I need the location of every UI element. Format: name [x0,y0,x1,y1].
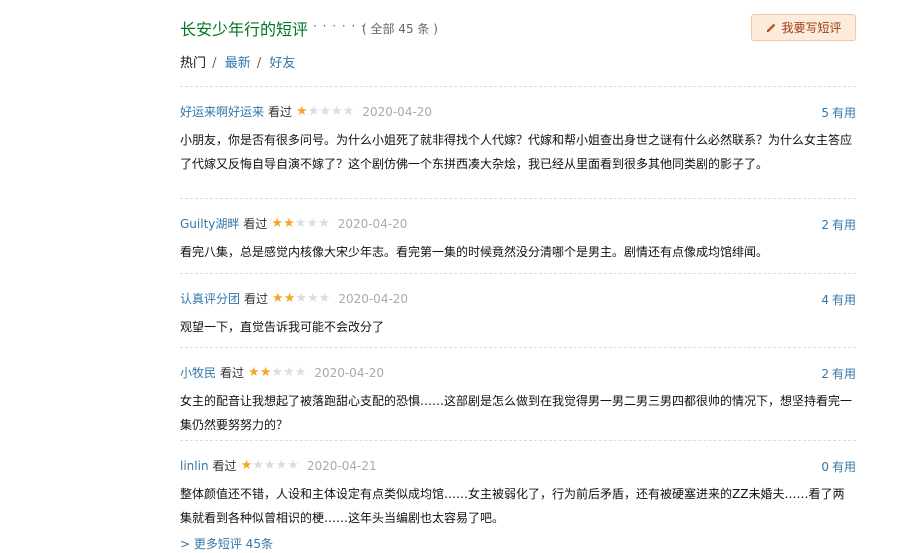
comment-item: linlin 看过 ★ ★ ★ ★ ★ 2020-04-21 0 有用 整体颜值还不错，人… [180,441,856,536]
star-empty-icon: ★ [331,103,343,119]
comment-author[interactable]: Guilty湖畔 [180,215,239,232]
comment-text: 小朋友，你是否有很多问号。为什么小姐死了就非得找个人代嫁？代嫁和帮小姐查出身世之… [180,133,853,171]
write-comment-label: 我要写短评 [781,21,842,35]
star-empty-icon: ★ [307,290,319,306]
vote-label: 有用 [831,218,856,232]
comment-meta: linlin 看过 ★ ★ ★ ★ ★ 2020-04-21 [180,457,377,474]
rating-stars: ★ ★ ★ ★ ★ [272,290,331,306]
vote-label: 有用 [831,367,856,381]
watch-status: 看过 [243,217,268,231]
comment-meta: Guilty湖畔 看过 ★ ★ ★ ★ ★ 2020-04-20 [180,215,407,232]
star-empty-icon: ★ [318,215,330,231]
tab-friends[interactable]: 好友 [269,56,295,71]
star-filled-icon: ★ [283,290,296,306]
vote-count: 0 [821,460,829,474]
vote-count: 2 [821,218,829,232]
more-comments-link[interactable]: > 更多短评 45条 [180,535,273,552]
star-empty-icon: ★ [295,290,307,306]
tab-separator: / [256,56,262,71]
star-empty-icon: ★ [294,364,307,380]
comment-text: 整体颜值还不错，人设和主体设定有点类似成均馆……女主被弱化了，行为前后矛盾，还有… [180,487,845,525]
watch-status: 看过 [268,105,293,119]
star-filled-icon: ★ [240,457,253,473]
comment-item: 好运来啊好运来 看过 ★ ★ ★ ★ ★ 2020-04-20 5 有用 小朋友，你是否有… [180,87,856,199]
section-header: 长安少年行的短评 · · · · · · ( 全部 45 条 ) 我要写短评 热… [180,0,856,71]
vote-count: 5 [821,106,829,120]
star-empty-icon: ★ [271,364,283,380]
comment-meta: 认真评分团 看过 ★ ★ ★ ★ ★ 2020-04-20 [180,290,408,307]
watch-status: 看过 [244,292,269,306]
title-dots: · · · · · · [313,19,366,33]
useful-votes[interactable]: 2 有用 [821,216,856,233]
comment-date: 2020-04-21 [306,458,377,473]
star-empty-icon: ★ [287,457,299,473]
star-empty-icon: ★ [307,103,320,119]
tab-latest[interactable]: 最新 [225,56,251,71]
rating-stars: ★ ★ ★ ★ ★ [296,103,355,119]
star-empty-icon: ★ [319,103,331,119]
write-comment-button[interactable]: 我要写短评 [751,14,856,41]
comment-item: 小牧民 看过 ★ ★ ★ ★ ★ 2020-04-20 2 有用 女主的配音让我想起了被落… [180,348,856,441]
tab-separator: / [212,56,217,71]
vote-label: 有用 [831,106,856,120]
rating-stars: ★ ★ ★ ★ ★ [271,215,330,231]
useful-votes[interactable]: 0 有用 [821,458,856,475]
comment-author[interactable]: linlin [180,459,209,473]
tab-hot[interactable]: 热门 [180,56,206,71]
watch-status: 看过 [220,366,245,380]
comment-item: 认真评分团 看过 ★ ★ ★ ★ ★ 2020-04-20 4 有用 观望一下，直觉告诉我… [180,274,856,348]
watch-status: 看过 [212,459,237,473]
section-title: 长安少年行的短评 [180,20,309,39]
comment-date: 2020-04-20 [314,365,385,380]
useful-votes[interactable]: 2 有用 [821,365,856,382]
star-empty-icon: ★ [342,103,355,119]
useful-votes[interactable]: 5 有用 [821,104,856,121]
vote-count: 2 [821,367,829,381]
comment-text: 看完八集，总是感觉内核像大宋少年志。看完第一集的时候竟然没分清哪个是男主。剧情还… [180,245,769,259]
comment-text: 观望一下，直觉告诉我可能不会改分了 [180,320,385,334]
comment-date: 2020-04-20 [337,216,408,231]
comment-date: 2020-04-20 [362,104,433,119]
pencil-icon [767,23,776,32]
star-filled-icon: ★ [259,364,272,380]
star-filled-icon: ★ [283,215,295,231]
comment-author[interactable]: 认真评分团 [180,290,240,307]
comment-meta: 好运来啊好运来 看过 ★ ★ ★ ★ ★ 2020-04-20 [180,103,432,120]
star-filled-icon: ★ [296,103,308,119]
sort-tabs: 热门 / 最新 / 好友 [180,52,295,71]
star-filled-icon: ★ [248,364,260,380]
star-filled-icon: ★ [272,290,284,306]
star-empty-icon: ★ [252,457,264,473]
vote-label: 有用 [831,460,856,474]
short-comments-section: 长安少年行的短评 · · · · · · ( 全部 45 条 ) 我要写短评 热… [180,0,856,551]
comment-count: ( 全部 45 条 ) [362,22,438,36]
comment-date: 2020-04-20 [338,291,409,306]
rating-stars: ★ ★ ★ ★ ★ [240,457,299,473]
comment-item: Guilty湖畔 看过 ★ ★ ★ ★ ★ 2020-04-20 2 有用 看完八集，总是… [180,199,856,274]
star-empty-icon: ★ [318,290,331,306]
comment-author[interactable]: 小牧民 [180,364,216,381]
star-empty-icon: ★ [263,457,276,473]
star-empty-icon: ★ [275,457,288,473]
comment-meta: 小牧民 看过 ★ ★ ★ ★ ★ 2020-04-20 [180,364,384,381]
comment-text: 女主的配音让我想起了被落跑甜心支配的恐惧……这部剧是怎么做到在我觉得男一男二男三… [180,394,853,432]
vote-label: 有用 [831,293,856,307]
star-filled-icon: ★ [271,215,284,231]
rating-stars: ★ ★ ★ ★ ★ [248,364,307,380]
star-empty-icon: ★ [283,364,295,380]
star-empty-icon: ★ [306,215,319,231]
vote-count: 4 [821,293,829,307]
comment-author[interactable]: 好运来啊好运来 [180,103,264,120]
star-empty-icon: ★ [294,215,307,231]
useful-votes[interactable]: 4 有用 [821,291,856,308]
comment-list: 好运来啊好运来 看过 ★ ★ ★ ★ ★ 2020-04-20 5 有用 小朋友，你是否有… [180,86,856,536]
